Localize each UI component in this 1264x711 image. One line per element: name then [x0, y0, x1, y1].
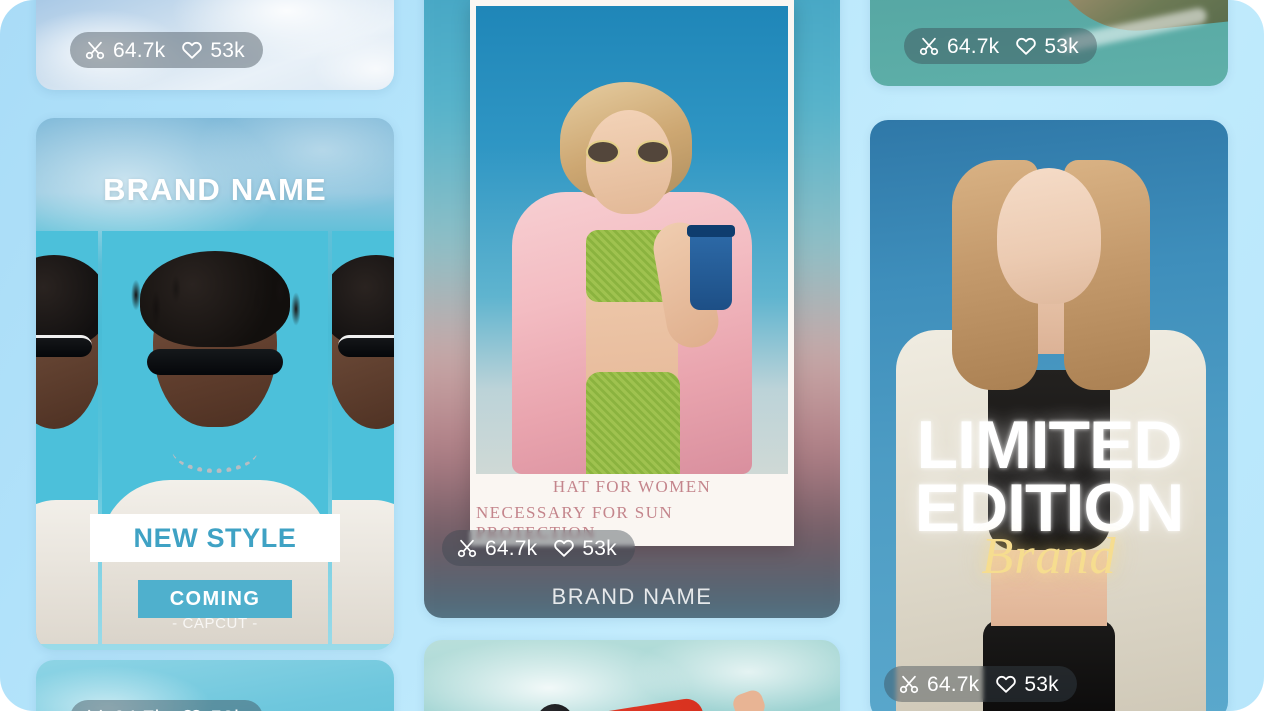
likes-stat: 53k [995, 672, 1059, 696]
gallery-stage: 64.7k 53k BRAND NAME NEW STYLE COMING - … [0, 0, 1264, 711]
clips-value: 64.7k [485, 536, 538, 560]
scissors-icon [88, 709, 102, 711]
clips-value: 64.7k [113, 708, 165, 711]
clips-stat: 64.7k [898, 673, 979, 695]
likes-stat: 53k [181, 38, 245, 62]
clips-value: 64.7k [947, 34, 1000, 58]
red-jacket-shape [552, 696, 706, 711]
scissors-icon [919, 37, 939, 56]
likes-value: 53k [582, 536, 617, 560]
limited-edition-headline: LIMITED EDITION Brand [870, 407, 1228, 586]
likes-stat: 53k [1015, 34, 1079, 58]
card-footer-brand: BRAND NAME [551, 584, 713, 609]
clips-value: 64.7k [113, 38, 166, 62]
hair-shape [36, 255, 98, 347]
heart-icon [554, 539, 575, 557]
likes-value: 53k [210, 708, 244, 711]
likes-stat: 53k [181, 707, 245, 711]
brand-name-card[interactable]: BRAND NAME NEW STYLE COMING - CAPCUT - [36, 118, 394, 650]
stats-pill: 64.7k 53k [70, 32, 263, 68]
new-style-banner: NEW STYLE [90, 514, 340, 562]
limited-edition-card[interactable]: LIMITED EDITION Brand 64.7k 53k [870, 120, 1228, 711]
clips-value: 64.7k [927, 672, 980, 696]
heart-icon [996, 675, 1017, 693]
flying-person-figure [536, 687, 768, 711]
water-texture-card[interactable]: 64.7k 53k [36, 660, 394, 711]
chain-shape [172, 427, 258, 473]
face-shape [997, 168, 1101, 304]
snowy-mountain-card[interactable]: 64.7k 53k [36, 0, 394, 90]
woman-figure [482, 54, 782, 474]
likes-stat: 53k [553, 536, 617, 560]
clips-stat: 64.7k [918, 35, 999, 57]
likes-value: 53k [210, 38, 245, 62]
scissors-icon [457, 539, 477, 558]
clips-stat: 64.7k [84, 707, 165, 711]
coming-label: COMING [169, 587, 261, 610]
sunglasses-shape [36, 335, 92, 357]
heart-icon [1016, 37, 1037, 55]
stats-pill: 64.7k 53k [442, 530, 635, 566]
clips-stat: 64.7k [456, 537, 537, 559]
caption-line-1: HAT FOR WOMEN [552, 477, 712, 496]
sky-flying-card[interactable] [424, 640, 840, 711]
stats-pill: 64.7k 53k [884, 666, 1077, 702]
new-style-label: NEW STYLE [133, 522, 297, 553]
scissors-icon [899, 675, 919, 694]
clips-stat: 64.7k [84, 39, 165, 61]
polaroid-frame: HAT FOR WOMEN NECESSARY FOR SUN PROTECTI… [470, 0, 794, 546]
sunglasses-shape [147, 349, 283, 375]
heart-icon [182, 41, 203, 59]
sea-cliff-card[interactable]: 64.7k 53k [870, 0, 1228, 86]
head-shape [536, 704, 574, 711]
photo-left [36, 231, 98, 644]
sunglasses-icon [586, 140, 670, 164]
cup-shape [687, 225, 735, 310]
polaroid-photo [476, 6, 788, 474]
heart-icon [184, 709, 200, 711]
likes-value: 53k [1044, 34, 1079, 58]
swim-bottom-shape [586, 372, 680, 474]
photo-right [332, 231, 394, 644]
headline-line-1: LIMITED [916, 407, 1183, 483]
capcut-watermark: - CAPCUT - [172, 615, 258, 632]
brand-title: BRAND NAME [103, 172, 327, 207]
scissors-icon [85, 41, 105, 60]
hair-shape [130, 251, 300, 347]
sunglasses-shape [338, 335, 394, 357]
hair-shape [332, 255, 394, 347]
stats-pill: 64.7k 53k [70, 700, 263, 711]
coming-banner: COMING [138, 580, 292, 618]
hand-shape [730, 687, 768, 711]
hat-for-women-card[interactable]: HAT FOR WOMEN NECESSARY FOR SUN PROTECTI… [424, 0, 840, 618]
likes-value: 53k [1024, 672, 1059, 696]
stats-pill: 64.7k 53k [904, 28, 1097, 64]
